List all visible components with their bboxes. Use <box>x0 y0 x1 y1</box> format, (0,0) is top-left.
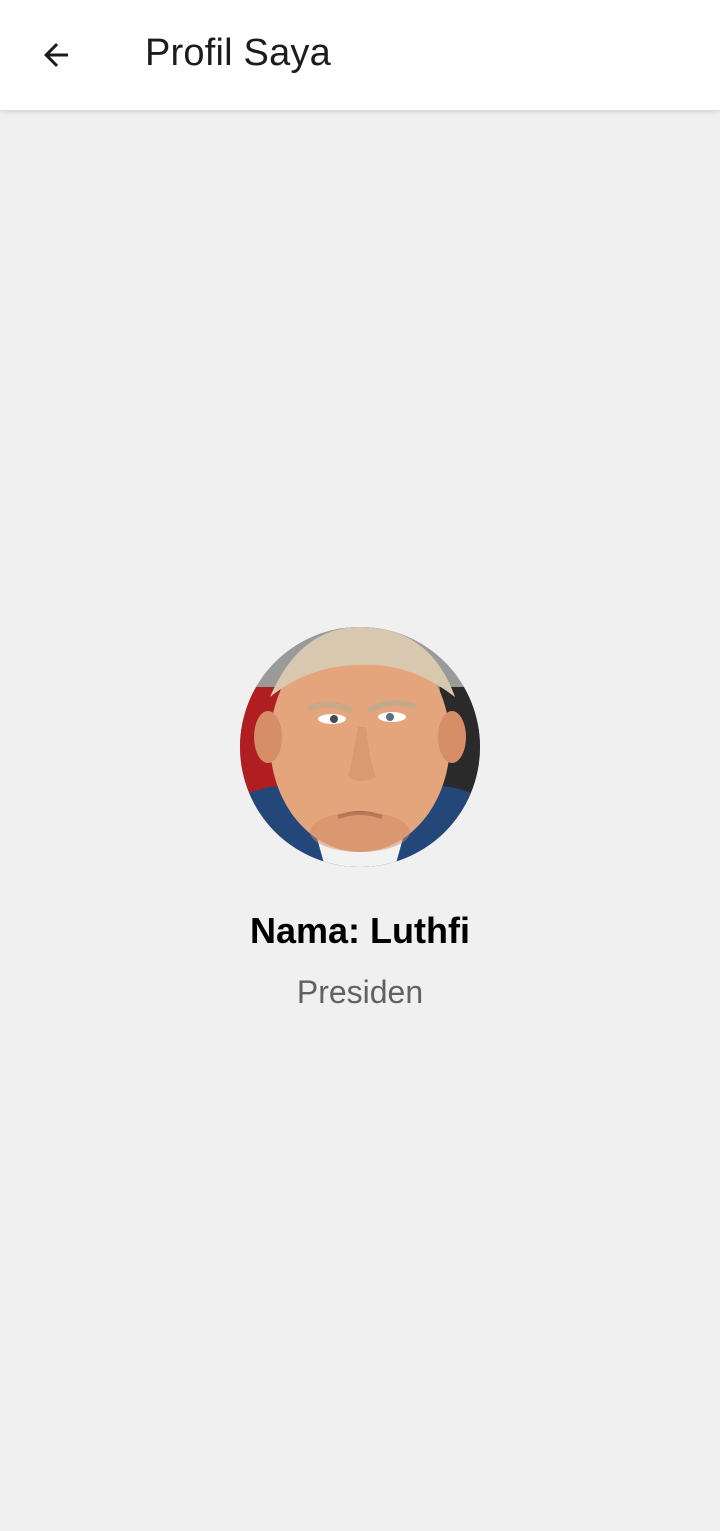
page-title: Profil Saya <box>145 32 331 74</box>
back-button[interactable] <box>20 19 92 91</box>
arrow-back-icon <box>44 43 68 67</box>
profile-name: Nama: Luthfi <box>250 910 470 951</box>
profile-photo <box>240 627 480 867</box>
app-bar: Profil Saya <box>0 0 720 110</box>
profile-role: Presiden <box>296 974 424 1010</box>
profile-content: Nama: Luthfi Presiden <box>0 110 720 1531</box>
avatar <box>240 627 480 867</box>
